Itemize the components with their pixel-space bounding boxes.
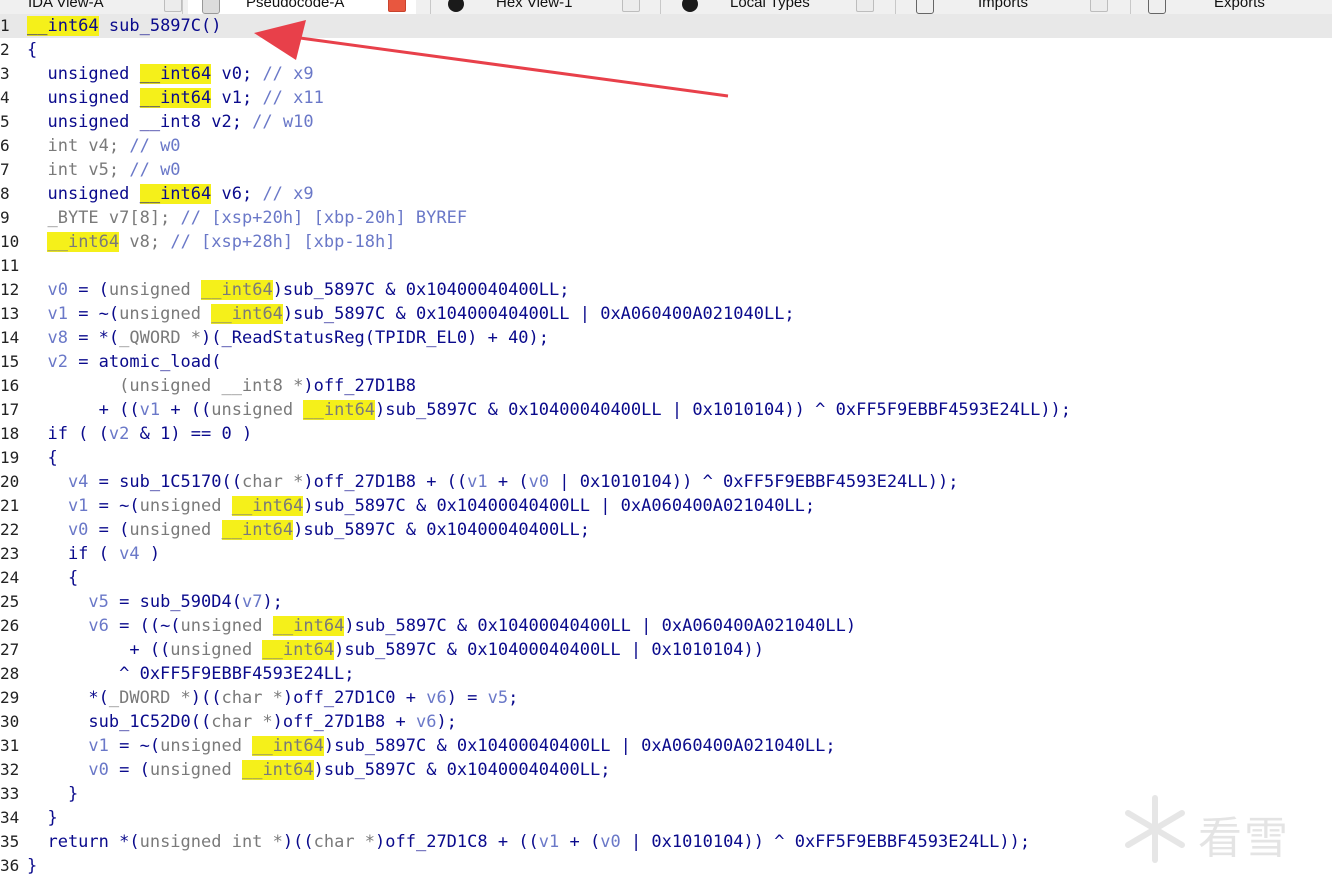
watermark-text: 看雪 [1198,813,1290,864]
arrow-head [254,20,306,60]
watermark: 看雪 [1120,790,1320,870]
arrow-shaft [299,36,729,98]
annotation-arrow [254,20,729,98]
snowflake-icon [1125,795,1185,863]
